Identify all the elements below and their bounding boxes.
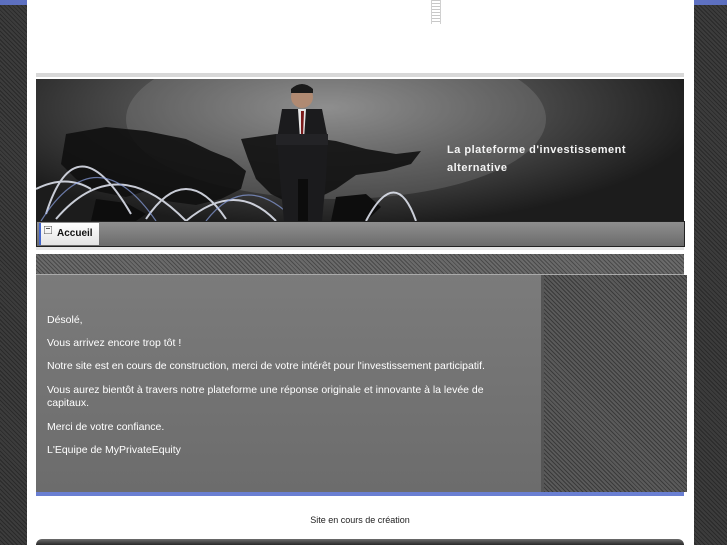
banner-tagline: La plateforme d'investissement alternati…: [447, 144, 627, 174]
message-construction: Notre site est en cours de construction,…: [47, 360, 485, 372]
nav-divider: [36, 247, 684, 250]
content-header-strip: [36, 254, 684, 275]
message-early: Vous arrivez encore trop tôt !: [47, 337, 182, 349]
header-divider: [36, 73, 684, 77]
header-banner: La plateforme d'investissement alternati…: [36, 79, 684, 221]
grip-icon: [431, 0, 441, 24]
home-icon: [44, 226, 52, 234]
message-signature: L'Equipe de MyPrivateEquity: [47, 444, 181, 456]
sidebar-panel: [541, 275, 687, 492]
nav-item-label: Accueil: [57, 228, 93, 239]
bottom-band: [36, 539, 684, 545]
main-content: Désolé, Vous arrivez encore trop tôt ! N…: [36, 275, 541, 492]
footer-text: Site en cours de création: [310, 515, 410, 525]
nav-item-accueil[interactable]: Accueil: [39, 223, 99, 245]
message-thanks: Merci de votre confiance.: [47, 421, 165, 433]
message-greeting: Désolé,: [47, 314, 83, 326]
content-section: Désolé, Vous arrivez encore trop tôt ! N…: [36, 254, 687, 492]
footer: Site en cours de création: [36, 496, 684, 541]
main-navigation: Accueil: [36, 221, 685, 247]
header-area: [27, 0, 694, 72]
message-platform: Vous aurez bientôt à travers notre plate…: [47, 384, 484, 409]
page-container: La plateforme d'investissement alternati…: [27, 0, 694, 545]
